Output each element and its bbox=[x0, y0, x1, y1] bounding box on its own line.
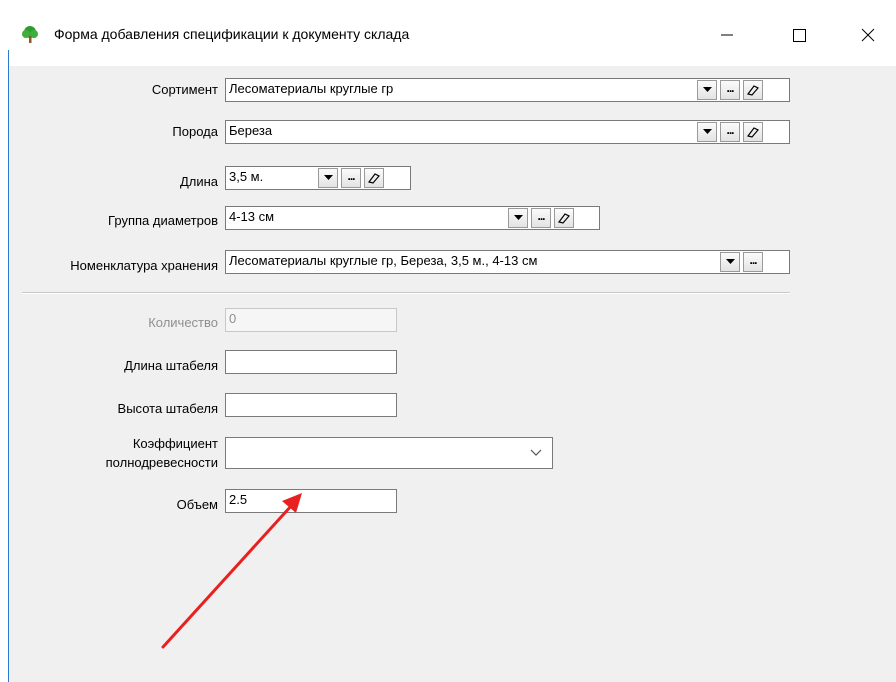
kolichestvo-label: Количество bbox=[148, 315, 218, 330]
dropdown-arrow-icon bbox=[513, 215, 523, 220]
ellipsis-icon: ... bbox=[347, 169, 355, 183]
ellipsis-icon: ... bbox=[749, 253, 757, 267]
poroda-select-button[interactable]: ... bbox=[720, 122, 740, 142]
nomenklatura-field[interactable]: Лесоматериалы круглые гр, Береза, 3,5 м.… bbox=[225, 250, 790, 274]
dlina-dropdown-button[interactable] bbox=[318, 168, 338, 188]
dlina-clear-button[interactable] bbox=[364, 168, 384, 188]
minimize-icon bbox=[721, 34, 733, 36]
eraser-icon bbox=[746, 127, 759, 138]
dropdown-arrow-icon bbox=[725, 259, 735, 264]
dlina-shtabelya-field[interactable] bbox=[225, 350, 397, 374]
ellipsis-icon: ... bbox=[537, 209, 545, 223]
tree-icon bbox=[22, 26, 38, 43]
dlina-shtabelya-label: Длина штабеля bbox=[124, 358, 218, 373]
minimize-button[interactable] bbox=[704, 18, 750, 50]
close-button[interactable] bbox=[845, 18, 891, 50]
kolichestvo-field: 0 bbox=[225, 308, 397, 332]
obem-label: Объем bbox=[176, 497, 218, 512]
dropdown-arrow-icon bbox=[702, 129, 712, 134]
title-bar: Форма добавления спецификации к документ… bbox=[0, 0, 896, 66]
vysota-shtabelya-label: Высота штабеля bbox=[117, 401, 218, 416]
gruppa-clear-button[interactable] bbox=[554, 208, 574, 228]
eraser-icon bbox=[746, 85, 759, 96]
chevron-down-icon bbox=[530, 449, 542, 456]
nomenklatura-dropdown-button[interactable] bbox=[720, 252, 740, 272]
dlina-select-button[interactable]: ... bbox=[341, 168, 361, 188]
koeff-label-line2: полнодревесности bbox=[105, 455, 218, 470]
sortiment-clear-button[interactable] bbox=[743, 80, 763, 100]
maximize-button[interactable] bbox=[776, 18, 822, 50]
poroda-dropdown-button[interactable] bbox=[697, 122, 717, 142]
gruppa-dropdown-button[interactable] bbox=[508, 208, 528, 228]
vysota-shtabelya-field[interactable] bbox=[225, 393, 397, 417]
close-icon bbox=[861, 28, 875, 42]
dropdown-arrow-icon bbox=[702, 87, 712, 92]
sortiment-label: Сортимент bbox=[151, 82, 218, 97]
dropdown-arrow-icon bbox=[323, 175, 333, 180]
window-title: Форма добавления спецификации к документ… bbox=[54, 26, 410, 42]
nomenklatura-label: Номенклатура хранения bbox=[70, 258, 218, 273]
poroda-clear-button[interactable] bbox=[743, 122, 763, 142]
ellipsis-icon: ... bbox=[726, 123, 734, 137]
maximize-icon bbox=[793, 29, 806, 42]
separator bbox=[22, 292, 790, 294]
poroda-label: Порода bbox=[172, 124, 218, 139]
ellipsis-icon: ... bbox=[726, 81, 734, 95]
dlina-label: Длина bbox=[179, 174, 218, 189]
koeff-label-line1: Коэффициент bbox=[132, 436, 218, 451]
koeff-combobox[interactable] bbox=[225, 437, 553, 469]
sortiment-dropdown-button[interactable] bbox=[697, 80, 717, 100]
eraser-icon bbox=[367, 173, 380, 184]
gruppa-select-button[interactable]: ... bbox=[531, 208, 551, 228]
obem-field[interactable]: 2.5 bbox=[225, 489, 397, 513]
sortiment-select-button[interactable]: ... bbox=[720, 80, 740, 100]
form-body bbox=[9, 66, 896, 682]
nomenklatura-select-button[interactable]: ... bbox=[743, 252, 763, 272]
gruppa-label: Группа диаметров bbox=[108, 213, 218, 228]
eraser-icon bbox=[557, 213, 570, 224]
